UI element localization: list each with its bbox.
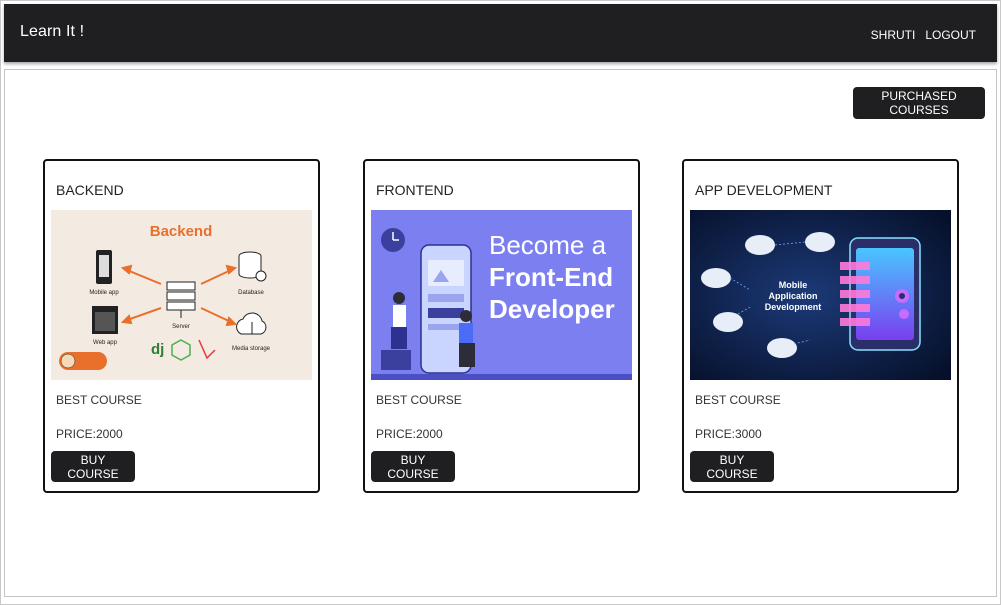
svg-text:Media storage: Media storage: [232, 346, 271, 352]
course-card-app-development: APP DEVELOPMENT Mobile Application Devel…: [682, 159, 959, 493]
purchased-courses-button[interactable]: PURCHASED COURSES: [853, 87, 985, 119]
course-title: APP DEVELOPMENT: [695, 182, 833, 198]
course-image-frontend: Become a Front-End Developer: [371, 210, 632, 380]
course-price: PRICE:2000: [376, 427, 443, 441]
image-line-1: Become a: [489, 230, 607, 260]
brand-title[interactable]: Learn It !: [20, 23, 84, 41]
course-title: FRONTEND: [376, 182, 454, 198]
course-card-backend: BACKEND Backend Mobile app Web app Serve…: [43, 159, 320, 493]
svg-text:Development: Development: [765, 302, 822, 312]
course-image-backend: Backend Mobile app Web app Server Databa…: [51, 210, 312, 380]
svg-text:Mobile app: Mobile app: [89, 290, 119, 296]
image-heading: Backend: [150, 223, 213, 240]
clock-icon: [381, 228, 405, 252]
logout-link[interactable]: LOGOUT: [925, 28, 976, 42]
svg-text:Application: Application: [769, 291, 818, 301]
main-content: PURCHASED COURSES BACKEND Backend Mobile…: [4, 69, 997, 597]
svg-text:Web app: Web app: [93, 340, 118, 346]
course-description: BEST COURSE: [695, 393, 781, 407]
nav-links: SHRUTI LOGOUT: [871, 28, 976, 42]
course-description: BEST COURSE: [376, 393, 462, 407]
navbar: Learn It ! SHRUTI LOGOUT: [4, 4, 997, 62]
buy-course-button[interactable]: BUY COURSE: [51, 451, 135, 482]
course-image-app-development: Mobile Application Development: [690, 210, 951, 380]
course-title: BACKEND: [56, 182, 124, 198]
user-name-link[interactable]: SHRUTI: [871, 28, 916, 42]
course-card-frontend: FRONTEND Become a Front-End Developer BE…: [363, 159, 640, 493]
image-line-2: Front-End: [489, 262, 613, 292]
course-price: PRICE:3000: [695, 427, 762, 441]
course-price: PRICE:2000: [56, 427, 123, 441]
svg-text:Server: Server: [172, 324, 190, 330]
buy-course-button[interactable]: BUY COURSE: [371, 451, 455, 482]
svg-text:Database: Database: [238, 290, 264, 296]
django-logo: dj: [151, 341, 164, 358]
svg-text:Mobile: Mobile: [779, 280, 808, 290]
buy-course-button[interactable]: BUY COURSE: [690, 451, 774, 482]
mobile-app-icon: [96, 250, 112, 284]
course-description: BEST COURSE: [56, 393, 142, 407]
image-line-3: Developer: [489, 294, 615, 324]
web-app-icon: [92, 306, 118, 334]
